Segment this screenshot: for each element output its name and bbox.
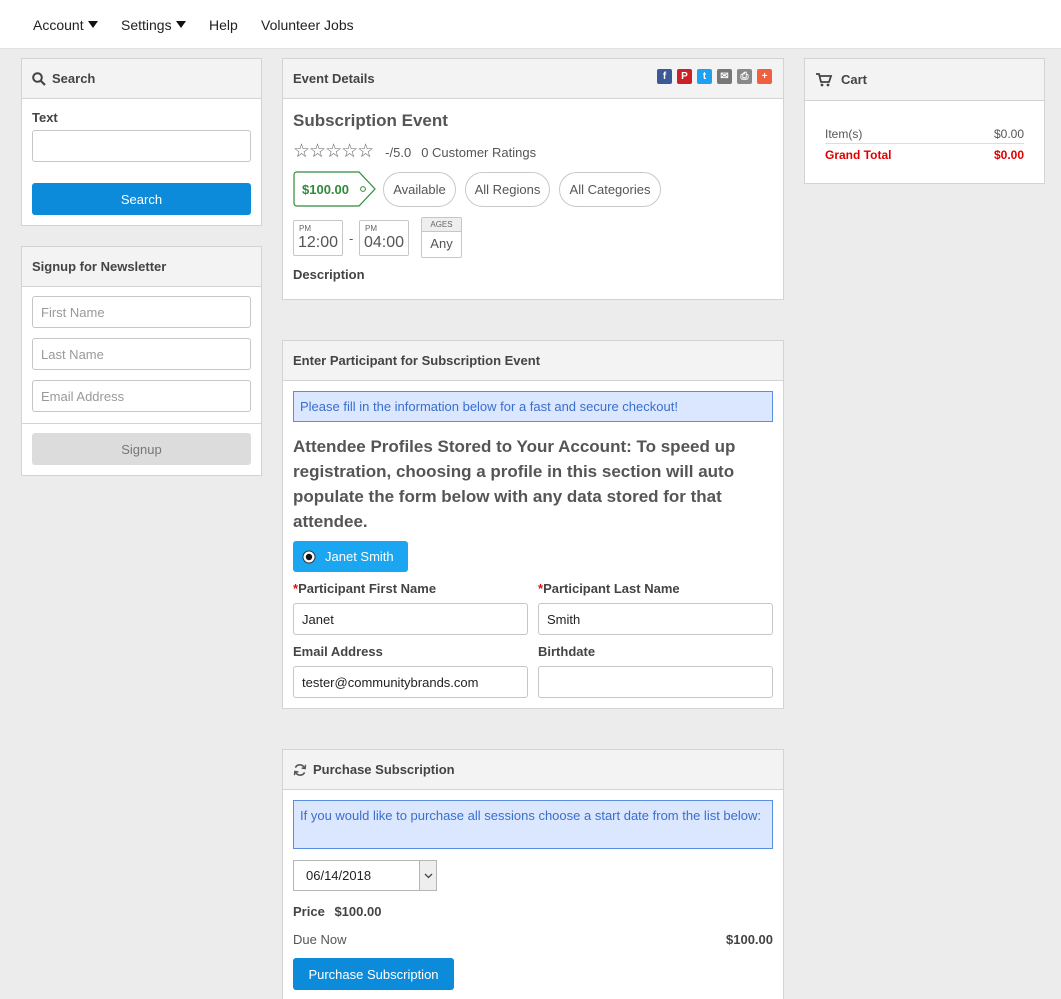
pinterest-icon[interactable]: P	[677, 69, 692, 84]
ages-value: Any	[430, 236, 453, 251]
nav-settings-label: Settings	[121, 17, 172, 33]
print-icon[interactable]: ⎙	[737, 69, 752, 84]
signup-button[interactable]: Signup	[32, 433, 251, 465]
share-plus-icon[interactable]: +	[757, 69, 772, 84]
search-input[interactable]	[32, 130, 251, 162]
ages-box: AGES Any	[421, 217, 462, 258]
newsletter-panel-header: Signup for Newsletter	[22, 247, 261, 287]
regions-pill[interactable]: All Regions	[465, 172, 550, 207]
cart-items-value: $0.00	[993, 127, 1024, 141]
event-details-title: Event Details	[293, 71, 375, 86]
divider	[825, 143, 1024, 144]
profile-janet-smith[interactable]: Janet Smith	[293, 541, 408, 572]
availability-pill: Available	[383, 172, 456, 207]
rating-count: 0 Customer Ratings	[421, 144, 537, 160]
refresh-icon	[293, 763, 307, 776]
search-panel-title: Search	[52, 71, 96, 86]
grand-total-value: $0.00	[993, 148, 1024, 162]
first-name-label: *Participant First Name	[293, 581, 436, 596]
divider	[22, 423, 261, 424]
last-name-label: *Participant Last Name	[538, 581, 680, 596]
end-time: 04:00	[364, 234, 405, 251]
newsletter-first-name-input[interactable]: First Name	[32, 296, 251, 328]
chevron-down-icon	[424, 873, 432, 878]
attendee-profiles-text: Attendee Profiles Stored to Your Account…	[293, 437, 736, 531]
last-name-label-text: Participant Last Name	[543, 581, 680, 596]
email-input[interactable]: tester@communitybrands.com	[293, 666, 528, 698]
cart-panel: Cart Item(s) $0.00 Grand Total $0.00	[804, 58, 1045, 184]
start-time: 12:00	[298, 234, 339, 251]
caret-down-icon	[87, 21, 98, 28]
birthdate-input[interactable]	[538, 666, 773, 698]
end-time-box: PM 04:00	[359, 220, 409, 256]
search-panel-header: Search	[22, 59, 261, 99]
subscription-price: $100.00	[334, 904, 382, 919]
end-ampm: PM	[365, 224, 377, 233]
profile-name: Janet Smith	[325, 549, 394, 564]
nav-account[interactable]: Account	[33, 17, 98, 33]
purchase-subscription-panel: Purchase Subscription If you would like …	[282, 749, 784, 999]
caret-down-icon	[175, 21, 186, 28]
cart-title: Cart	[841, 72, 868, 87]
radio-selected-icon[interactable]	[302, 550, 316, 564]
purchase-subscription-header: Purchase Subscription	[283, 750, 783, 790]
birthdate-label: Birthdate	[538, 644, 596, 659]
last-name-input[interactable]: Smith	[538, 603, 773, 635]
price-label: Price	[293, 904, 325, 919]
nav-account-label: Account	[33, 17, 84, 33]
email-icon[interactable]: ✉	[717, 69, 732, 84]
grand-total-label: Grand Total	[825, 148, 892, 162]
rating-value: -/5.0	[385, 144, 412, 160]
event-details-panel: Event Details f P t ✉ ⎙ + Subscription E…	[282, 58, 784, 300]
search-icon	[32, 71, 46, 86]
purchase-subscription-button[interactable]: Purchase Subscription	[293, 958, 454, 990]
participant-panel: Enter Participant for Subscription Event…	[282, 340, 784, 709]
twitter-icon[interactable]: t	[697, 69, 712, 84]
first-name-label-text: Participant First Name	[298, 581, 437, 596]
purchase-subscription-title: Purchase Subscription	[313, 762, 455, 777]
price-row: Price $100.00	[293, 904, 381, 919]
participant-notice: Please fill in the information below for…	[293, 391, 773, 422]
nav-settings[interactable]: Settings	[121, 17, 186, 33]
newsletter-last-name-input[interactable]: Last Name	[32, 338, 251, 370]
price-value: $100.00	[302, 182, 349, 197]
subscription-notice: If you would like to purchase all sessio…	[293, 800, 773, 849]
ages-label: AGES	[422, 218, 461, 232]
participant-header: Enter Participant for Subscription Event	[283, 341, 783, 381]
cart-items-label: Item(s)	[825, 127, 863, 141]
email-label: Email Address	[293, 644, 383, 659]
shopping-cart-icon	[816, 73, 833, 87]
nav-help[interactable]: Help	[209, 17, 238, 33]
cart-header: Cart	[805, 59, 1044, 101]
price-tag: $100.00	[293, 171, 377, 207]
nav-volunteer-jobs[interactable]: Volunteer Jobs	[261, 17, 354, 33]
first-name-input[interactable]: Janet	[293, 603, 528, 635]
search-panel: Search Text Search	[21, 58, 262, 226]
search-text-label: Text	[32, 110, 58, 125]
newsletter-email-input[interactable]: Email Address	[32, 380, 251, 412]
facebook-icon[interactable]: f	[657, 69, 672, 84]
due-now-label: Due Now	[293, 932, 347, 947]
start-date-select[interactable]: 06/14/2018	[293, 860, 437, 891]
select-arrow[interactable]	[419, 861, 436, 890]
start-ampm: PM	[299, 224, 311, 233]
start-date-value: 06/14/2018	[306, 868, 372, 883]
top-nav: Account Settings Help Volunteer Jobs	[0, 0, 1061, 49]
event-title: Subscription Event	[293, 111, 448, 130]
categories-pill[interactable]: All Categories	[559, 172, 661, 207]
rating-row: ☆☆☆☆☆ -/5.0 0 Customer Ratings	[293, 141, 537, 162]
start-time-box: PM 12:00	[293, 220, 343, 256]
description-label: Description	[293, 267, 365, 282]
time-separator: -	[349, 231, 354, 246]
search-button[interactable]: Search	[32, 183, 251, 215]
due-now-value: $100.00	[726, 932, 773, 947]
newsletter-panel: Signup for Newsletter First Name Last Na…	[21, 246, 262, 476]
rating-stars-icon: ☆☆☆☆☆	[293, 141, 374, 162]
